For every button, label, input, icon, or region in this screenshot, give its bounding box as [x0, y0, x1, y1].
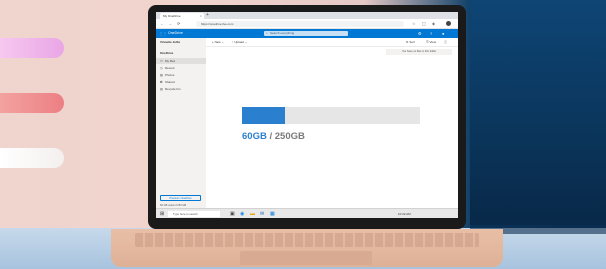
- storage-total-value: 250GB: [274, 131, 305, 142]
- sidebar-item-label: Shared: [165, 80, 175, 84]
- windows-start-icon[interactable]: ⊞: [160, 211, 164, 217]
- tab-title: My OneDrive: [163, 14, 181, 18]
- sidebar-item-label: Photos: [165, 73, 175, 77]
- view-button[interactable]: ☰ View: [426, 38, 436, 46]
- decorative-pill-white: [0, 148, 64, 168]
- empty-folder-notice: You have no files in this folder: [386, 49, 452, 55]
- help-icon[interactable]: ?: [430, 29, 432, 38]
- laptop-trackpad: [240, 251, 372, 265]
- forward-icon[interactable]: →: [168, 19, 172, 28]
- storage-used-value: 60GB: [242, 131, 267, 142]
- app-launcher-icon[interactable]: ⋮⋮: [159, 29, 167, 38]
- view-label: View: [429, 40, 436, 44]
- extensions-icon[interactable]: ◈: [432, 19, 435, 28]
- refresh-icon[interactable]: ⟳: [177, 19, 180, 28]
- store-icon[interactable]: ▦: [270, 210, 275, 218]
- sidebar-item-my-files[interactable]: ▭ My files: [156, 58, 206, 64]
- account-icon[interactable]: ●: [442, 29, 444, 38]
- storage-separator: /: [266, 131, 275, 142]
- url-input[interactable]: https://onedrive.live.com: [196, 20, 404, 27]
- windows-taskbar: ⊞ Type here to search ▣ ◉ ▬ ✉ ▦ 10:32 AM: [156, 208, 458, 218]
- storage-progress-fill: [242, 107, 285, 124]
- sidebar-item-label: My files: [165, 59, 176, 63]
- sidebar-item-recent[interactable]: ◷ Recent: [156, 65, 206, 71]
- decorative-pill-pink: [0, 38, 64, 58]
- sort-button[interactable]: ⇅ Sort: [406, 38, 415, 46]
- onedrive-header: ⋮⋮ OneDrive ⌕ Search everything ⚙ ? ●: [156, 29, 458, 38]
- sort-label: Sort: [409, 40, 415, 44]
- storage-used-text: 60 GB used of 250 GB: [160, 204, 187, 207]
- task-view-icon[interactable]: ▣: [230, 210, 235, 218]
- star-icon[interactable]: ☆: [412, 19, 416, 28]
- laptop-keyboard: [135, 233, 479, 247]
- sidebar-item-photos[interactable]: ▨ Photos: [156, 72, 206, 78]
- collections-icon[interactable]: ▢: [422, 19, 426, 28]
- user-name: Vinnette Jellis: [160, 40, 181, 44]
- sidebar-item-recycle-bin[interactable]: ▥ Recycle bin: [156, 86, 206, 92]
- edge-icon[interactable]: ◉: [240, 210, 244, 218]
- sidebar-item-label: Recent: [165, 66, 175, 70]
- premium-button[interactable]: Premium OneDrive: [160, 195, 201, 201]
- sidebar: Vinnette Jellis OneDrive ▭ My files ◷ Rece…: [156, 38, 206, 213]
- browser-address-bar: ← → ⟳ https://onedrive.live.com ☆ ▢ ◈: [156, 19, 458, 29]
- new-label: New: [214, 40, 221, 44]
- new-button[interactable]: + New ⌄: [212, 38, 224, 46]
- decorative-pill-coral: [0, 93, 64, 113]
- system-tray-time[interactable]: 10:32 AM: [398, 209, 411, 218]
- laptop-screen: My OneDrive × + ← → ⟳ https://onedrive.l…: [156, 12, 458, 218]
- browser-tab-bar: My OneDrive × +: [156, 12, 458, 19]
- back-icon[interactable]: ←: [160, 19, 164, 28]
- search-input[interactable]: ⌕ Search everything: [264, 31, 348, 36]
- upload-button[interactable]: ↑ Upload ⌄: [232, 38, 247, 46]
- background-wall-right: [470, 0, 606, 225]
- mail-icon[interactable]: ✉: [260, 210, 264, 218]
- search-placeholder: Search everything: [270, 31, 295, 35]
- file-explorer-icon[interactable]: ▬: [250, 210, 255, 218]
- command-bar: + New ⌄ ↑ Upload ⌄ ⇅ Sort ☰ View ⓘ: [206, 38, 458, 47]
- taskbar-search-input[interactable]: Type here to search: [168, 211, 220, 217]
- app-title[interactable]: OneDrive: [168, 29, 183, 38]
- details-icon[interactable]: ⓘ: [444, 38, 447, 46]
- gear-icon[interactable]: ⚙: [418, 29, 422, 38]
- sidebar-section-title: OneDrive: [160, 51, 174, 55]
- storage-progress-bar: [242, 107, 420, 124]
- sidebar-item-shared[interactable]: ⇄ Shared: [156, 79, 206, 85]
- upload-label: Upload: [234, 40, 244, 44]
- profile-avatar[interactable]: [446, 21, 451, 26]
- storage-usage-text: 60GB / 250GB: [242, 131, 305, 142]
- search-icon: ⌕: [266, 31, 268, 35]
- new-tab-button[interactable]: +: [206, 12, 209, 19]
- sidebar-item-label: Recycle bin: [165, 87, 181, 91]
